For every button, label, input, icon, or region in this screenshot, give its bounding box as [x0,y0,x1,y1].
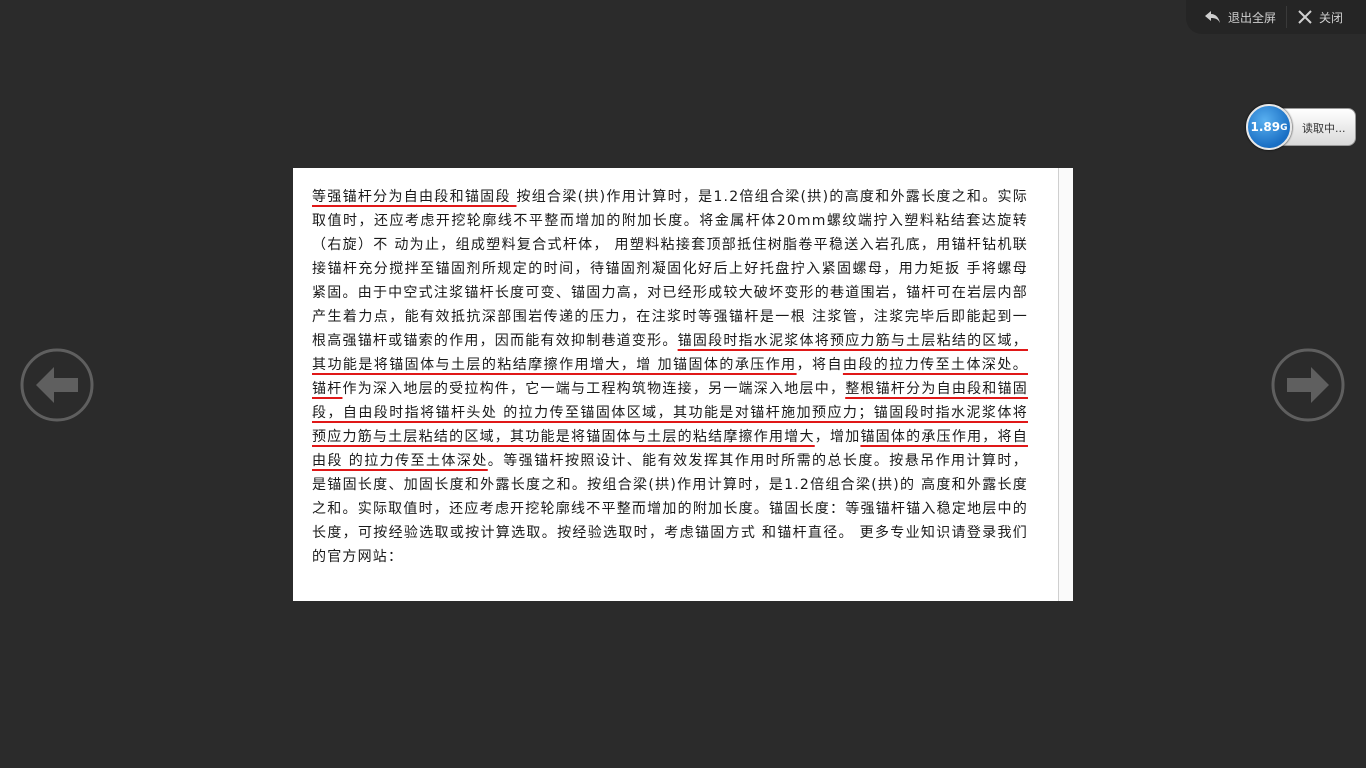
next-page-button[interactable] [1271,348,1345,422]
close-icon [1297,9,1313,25]
body-text: ，增加 [814,429,861,445]
file-size-value: 1.89 [1250,120,1281,134]
exit-fullscreen-button[interactable]: 退出全屏 [1204,0,1276,34]
document-page: 等强锚杆分为自由段和锚固段 按组合梁(拱)作用计算时，是1.2倍组合梁(拱)的高… [293,168,1073,601]
loading-status: 读取中... [1302,122,1346,135]
body-text: 作为深入地层的受拉构件，它一端与工程构筑物连接，另一端深入地层中， [342,381,846,397]
exit-fullscreen-label: 退出全屏 [1228,10,1277,25]
close-button[interactable]: 关闭 [1297,0,1343,34]
viewer-toolbar: 退出全屏 关闭 [1186,0,1366,34]
file-size-badge: 1.89 G [1246,104,1292,150]
body-text: 按组合梁(拱)作用计算时，是1.2倍组合梁(拱)的高度和外露长度之和。实际取值时… [312,189,1028,349]
loading-indicator: 读取中... 1.89 G [1246,104,1358,150]
close-label: 关闭 [1319,10,1344,25]
arrow-right-icon [1271,348,1345,422]
exit-fullscreen-icon [1204,9,1222,25]
file-size-unit: G [1280,123,1288,133]
previous-page-button[interactable] [20,348,94,422]
highlighted-text: 等强锚杆分为自由段和锚固段 [312,189,517,205]
body-text: ，将自 [796,357,843,373]
body-text: 。等强锚杆按照设计、能有效发挥其作用时所需的总长度。按悬吊作用计算时，是锚固长度… [312,453,1028,565]
document-body: 等强锚杆分为自由段和锚固段 按组合梁(拱)作用计算时，是1.2倍组合梁(拱)的高… [312,185,1028,569]
document-viewer: 退出全屏 关闭 读取中... 1.89 G 等强锚杆分为自由段和锚固段 按组合梁… [0,0,1366,768]
toolbar-divider [1286,6,1288,28]
arrow-left-icon [20,348,94,422]
page-scrollbar[interactable] [1058,168,1073,601]
